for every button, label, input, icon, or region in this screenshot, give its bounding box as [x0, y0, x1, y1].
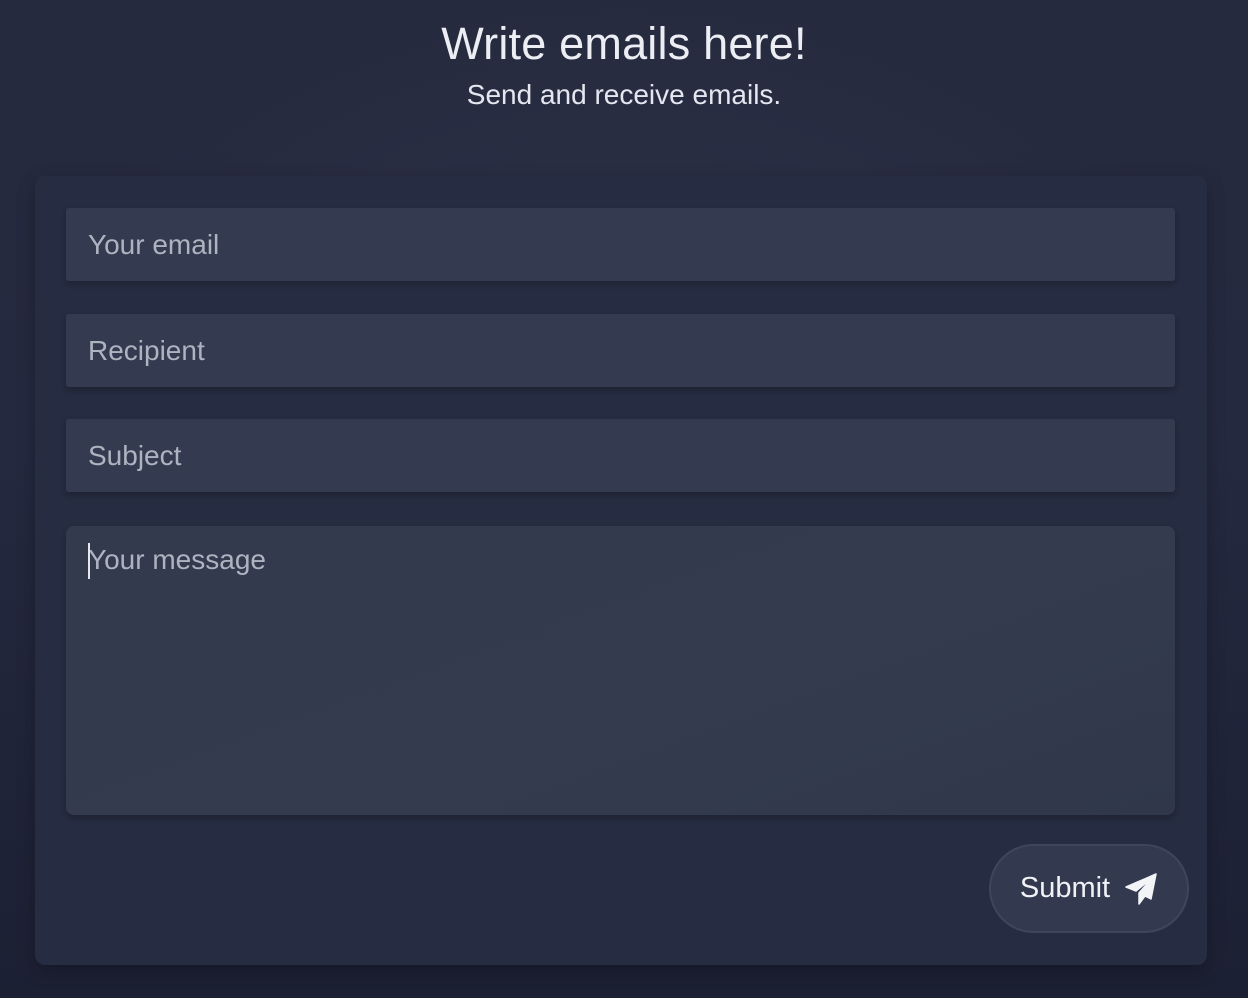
submit-label: Submit — [1019, 872, 1111, 904]
subject-input[interactable]: Subject — [66, 419, 1175, 492]
page-subtitle: Send and receive emails. — [466, 79, 782, 110]
message-placeholder: Your message — [88, 544, 266, 575]
recipient-input[interactable]: Recipient — [66, 314, 1175, 387]
paper-plane-icon — [1124, 872, 1158, 906]
subject-placeholder: Subject — [88, 439, 182, 471]
text-cursor — [88, 543, 90, 579]
your-email-input[interactable]: Your email — [66, 208, 1175, 281]
recipient-placeholder: Recipient — [88, 334, 205, 366]
page-title: Write emails here! — [441, 18, 807, 69]
message-textarea[interactable]: Your message — [66, 526, 1175, 815]
email-form: Your email Recipient Subject Your messag… — [35, 176, 1207, 965]
your-email-placeholder: Your email — [88, 228, 220, 260]
submit-button[interactable]: Submit — [989, 844, 1189, 933]
